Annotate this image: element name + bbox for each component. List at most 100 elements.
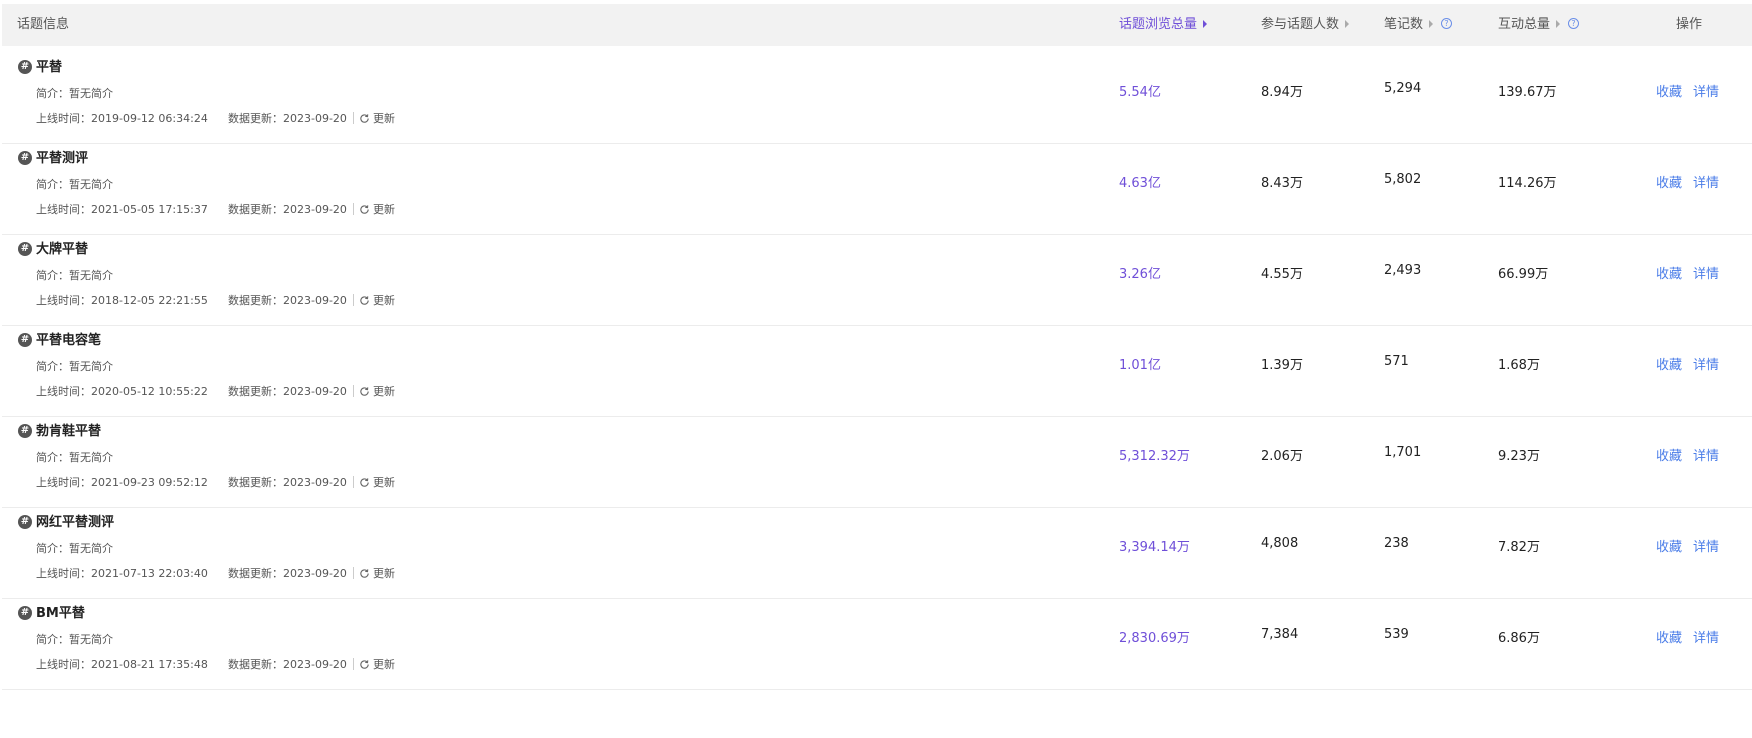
online-label: 上线时间： bbox=[36, 203, 91, 216]
detail-link[interactable]: 详情 bbox=[1693, 536, 1719, 555]
favorite-link[interactable]: 收藏 bbox=[1656, 354, 1682, 373]
hashtag-icon: # bbox=[18, 333, 32, 347]
refresh-icon[interactable] bbox=[359, 477, 370, 488]
header-views-total[interactable]: 话题浏览总量 bbox=[1119, 4, 1209, 46]
views-total-value: 3,394.14万 bbox=[1119, 540, 1190, 555]
intro-value: 暂无简介 bbox=[69, 360, 113, 373]
participants-value: 2.06万 bbox=[1261, 449, 1303, 464]
notes-value: 5,802 bbox=[1384, 172, 1422, 187]
hashtag-icon: # bbox=[18, 60, 32, 74]
refresh-icon[interactable] bbox=[359, 204, 370, 215]
detail-link[interactable]: 详情 bbox=[1693, 263, 1719, 282]
intro-label: 简介： bbox=[36, 633, 69, 646]
table-row: # 平替测评 简介：暂无简介 上线时间：2021-05-05 17:15:37 … bbox=[2, 133, 1752, 235]
updated-label: 数据更新： bbox=[228, 567, 283, 580]
header-notes-label: 笔记数 bbox=[1384, 17, 1424, 32]
topic-intro: 简介：暂无简介 bbox=[36, 267, 113, 283]
refresh-icon[interactable] bbox=[359, 113, 370, 124]
views-total-value: 1.01亿 bbox=[1119, 358, 1161, 373]
participants-value: 4,808 bbox=[1261, 536, 1299, 551]
online-value: 2020-05-12 10:55:22 bbox=[91, 385, 208, 398]
hashtag-icon: # bbox=[18, 242, 32, 256]
help-icon[interactable]: ? bbox=[1568, 18, 1580, 29]
refresh-icon[interactable] bbox=[359, 659, 370, 670]
refresh-button[interactable]: 更新 bbox=[373, 292, 395, 308]
data-updated: 数据更新：2023-09-20 bbox=[228, 656, 347, 672]
topic-name[interactable]: 平替测评 bbox=[36, 147, 88, 166]
table-row: # 平替电容笔 简介：暂无简介 上线时间：2020-05-12 10:55:22… bbox=[2, 315, 1752, 417]
refresh-button[interactable]: 更新 bbox=[373, 201, 395, 217]
views-total-value: 3.26亿 bbox=[1119, 267, 1161, 282]
help-icon[interactable]: ? bbox=[1441, 18, 1453, 29]
online-value: 2021-07-13 22:03:40 bbox=[91, 567, 208, 580]
header-actions: 操作 bbox=[1676, 17, 1703, 32]
online-label: 上线时间： bbox=[36, 658, 91, 671]
detail-link[interactable]: 详情 bbox=[1693, 81, 1719, 100]
detail-link[interactable]: 详情 bbox=[1693, 445, 1719, 464]
updated-label: 数据更新： bbox=[228, 203, 283, 216]
data-updated: 数据更新：2023-09-20 bbox=[228, 110, 347, 126]
favorite-link[interactable]: 收藏 bbox=[1656, 627, 1682, 646]
detail-link[interactable]: 详情 bbox=[1693, 627, 1719, 646]
online-time: 上线时间：2021-08-21 17:35:48 bbox=[36, 656, 208, 672]
favorite-link[interactable]: 收藏 bbox=[1656, 263, 1682, 282]
favorite-link[interactable]: 收藏 bbox=[1656, 81, 1682, 100]
header-interactions-label: 互动总量 bbox=[1498, 17, 1551, 32]
updated-label: 数据更新： bbox=[228, 476, 283, 489]
topic-name[interactable]: 勃肯鞋平替 bbox=[36, 420, 101, 439]
favorite-link[interactable]: 收藏 bbox=[1656, 445, 1682, 464]
updated-value: 2023-09-20 bbox=[283, 385, 347, 398]
online-value: 2019-09-12 06:34:24 bbox=[91, 112, 208, 125]
table-row: # BM平替 简介：暂无简介 上线时间：2021-08-21 17:35:48 … bbox=[2, 588, 1752, 690]
topic-intro: 简介：暂无简介 bbox=[36, 540, 113, 556]
notes-value: 5,294 bbox=[1384, 81, 1422, 96]
refresh-button[interactable]: 更新 bbox=[373, 565, 395, 581]
topic-name[interactable]: 平替电容笔 bbox=[36, 329, 101, 348]
online-time: 上线时间：2020-05-12 10:55:22 bbox=[36, 383, 208, 399]
detail-link[interactable]: 详情 bbox=[1693, 354, 1719, 373]
refresh-button[interactable]: 更新 bbox=[373, 656, 395, 672]
updated-value: 2023-09-20 bbox=[283, 203, 347, 216]
participants-value: 8.94万 bbox=[1261, 85, 1303, 100]
topic-name[interactable]: 大牌平替 bbox=[36, 238, 88, 257]
header-notes[interactable]: 笔记数? bbox=[1384, 4, 1453, 46]
refresh-button[interactable]: 更新 bbox=[373, 474, 395, 490]
topic-name[interactable]: 平替 bbox=[36, 56, 62, 75]
header-participants-label: 参与话题人数 bbox=[1261, 17, 1340, 32]
sort-icon[interactable] bbox=[1427, 18, 1435, 30]
online-label: 上线时间： bbox=[36, 476, 91, 489]
data-updated: 数据更新：2023-09-20 bbox=[228, 201, 347, 217]
sort-icon[interactable] bbox=[1343, 18, 1351, 30]
detail-link[interactable]: 详情 bbox=[1693, 172, 1719, 191]
online-time: 上线时间：2021-05-05 17:15:37 bbox=[36, 201, 208, 217]
topic-name[interactable]: 网红平替测评 bbox=[36, 511, 114, 530]
online-label: 上线时间： bbox=[36, 385, 91, 398]
table-row: # 勃肯鞋平替 简介：暂无简介 上线时间：2021-09-23 09:52:12… bbox=[2, 406, 1752, 508]
refresh-icon[interactable] bbox=[359, 568, 370, 579]
refresh-icon[interactable] bbox=[359, 295, 370, 306]
refresh-button[interactable]: 更新 bbox=[373, 383, 395, 399]
data-updated: 数据更新：2023-09-20 bbox=[228, 383, 347, 399]
refresh-icon[interactable] bbox=[359, 386, 370, 397]
online-value: 2021-09-23 09:52:12 bbox=[91, 476, 208, 489]
header-interactions-total[interactable]: 互动总量? bbox=[1498, 4, 1580, 46]
favorite-link[interactable]: 收藏 bbox=[1656, 172, 1682, 191]
hashtag-icon: # bbox=[18, 151, 32, 165]
intro-value: 暂无简介 bbox=[69, 633, 113, 646]
favorite-link[interactable]: 收藏 bbox=[1656, 536, 1682, 555]
header-views-total-label: 话题浏览总量 bbox=[1119, 17, 1198, 32]
header-participants[interactable]: 参与话题人数 bbox=[1261, 4, 1351, 46]
updated-label: 数据更新： bbox=[228, 112, 283, 125]
intro-label: 简介： bbox=[36, 542, 69, 555]
hashtag-icon: # bbox=[18, 515, 32, 529]
sort-desc-icon[interactable] bbox=[1201, 18, 1209, 30]
online-time: 上线时间：2021-07-13 22:03:40 bbox=[36, 565, 208, 581]
updated-value: 2023-09-20 bbox=[283, 294, 347, 307]
table-header: 话题信息 话题浏览总量 参与话题人数 笔记数? 互动总量? 操作 bbox=[2, 4, 1752, 46]
sort-icon[interactable] bbox=[1554, 18, 1562, 30]
divider bbox=[353, 658, 354, 670]
refresh-button[interactable]: 更新 bbox=[373, 110, 395, 126]
topic-intro: 简介：暂无简介 bbox=[36, 358, 113, 374]
intro-value: 暂无简介 bbox=[69, 269, 113, 282]
topic-name[interactable]: BM平替 bbox=[36, 602, 85, 621]
